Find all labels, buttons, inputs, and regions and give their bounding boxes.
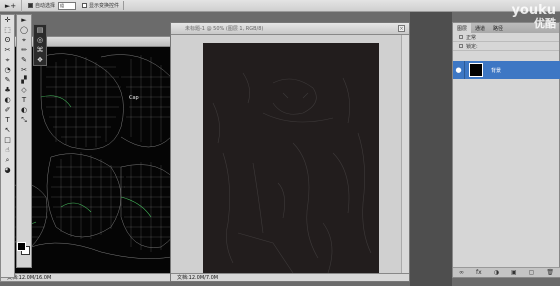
vertical-scrollbar[interactable] bbox=[401, 35, 409, 275]
adjustment-layer-icon[interactable]: ◑ bbox=[494, 269, 499, 276]
auto-select-checkbox[interactable]: 自动选择 bbox=[28, 2, 55, 9]
tools-column-3: ▤ ◎ ⌘ ❖ bbox=[33, 24, 47, 66]
blend-mode-label: 正常 bbox=[466, 34, 477, 41]
lock-label: 锁定: bbox=[466, 43, 478, 50]
layer-name: 背景 bbox=[491, 67, 502, 74]
tools-column-1: ✛ ⬚ ʘ ✂ ⌖ ◔ ✎ ♣ ◐ ✐ T ↖ □ ☝ ⌕ ◕ bbox=[0, 14, 15, 278]
ellipse-marquee-icon[interactable]: ◯ bbox=[17, 25, 31, 35]
document-window-main[interactable]: 未标题-1 @ 50% (图层 1, RGB/8) × 文档:12.0M/7.0… bbox=[170, 22, 410, 282]
panel-icon[interactable]: ▤ bbox=[34, 25, 46, 35]
target-icon[interactable]: ⌖ bbox=[17, 35, 31, 45]
layer-row-background[interactable]: ● 背景 bbox=[453, 61, 560, 79]
sharpen-icon[interactable]: ◇ bbox=[17, 85, 31, 95]
svg-text:Cap: Cap bbox=[129, 95, 139, 101]
tab-layers[interactable]: 图层 bbox=[453, 23, 472, 33]
slice-icon[interactable]: ✂ bbox=[17, 65, 31, 75]
move-tool-icon[interactable]: ✛ bbox=[1, 15, 14, 25]
dodge-icon[interactable]: ◐ bbox=[17, 105, 31, 115]
video-watermark: youku 优酷 bbox=[506, 3, 556, 31]
auto-select-label: 自动选择 bbox=[35, 3, 56, 9]
watermark-brand-cn: 优酷 bbox=[534, 17, 556, 31]
link-layers-icon[interactable]: ∞ bbox=[459, 269, 464, 276]
pencil-icon[interactable]: ✏ bbox=[17, 45, 31, 55]
eye-icon[interactable]: ● bbox=[453, 61, 465, 79]
eraser-tool-icon[interactable]: ✐ bbox=[1, 105, 14, 115]
status-bar-main: 文档:12.0M/7.0M bbox=[171, 273, 409, 281]
layers-footer: ∞ fx ◑ ▣ ▢ 🗑 bbox=[453, 267, 560, 277]
vertical-type-icon[interactable]: T bbox=[17, 95, 31, 105]
document-title-bar[interactable]: 未标题-1 @ 50% (图层 1, RGB/8) × bbox=[171, 23, 409, 35]
pen-icon[interactable]: ✎ bbox=[17, 55, 31, 65]
component-icon[interactable]: ❖ bbox=[34, 55, 46, 65]
tab-channels[interactable]: 通道 bbox=[471, 23, 489, 33]
workspace-background bbox=[410, 12, 452, 286]
show-transform-label: 显示变换控件 bbox=[89, 3, 120, 9]
path-select-icon[interactable]: ↖ bbox=[1, 125, 14, 135]
show-transform-checkbox[interactable]: 显示变换控件 bbox=[82, 2, 119, 9]
radial-icon[interactable]: ◎ bbox=[34, 35, 46, 45]
options-bar: ►+ 自动选择 组 显示变换控件 bbox=[0, 0, 560, 12]
close-icon[interactable]: × bbox=[398, 25, 405, 32]
select-arrow-icon[interactable]: ► bbox=[17, 15, 31, 25]
healing-tool-icon[interactable]: ◔ bbox=[1, 65, 14, 75]
type-tool-icon[interactable]: T bbox=[1, 115, 14, 125]
lock-icon bbox=[459, 44, 463, 48]
crop-tool-icon[interactable]: ✂ bbox=[1, 45, 14, 55]
tools-panel: ✛ ⬚ ʘ ✂ ⌖ ◔ ✎ ♣ ◐ ✐ T ↖ □ ☝ ⌕ ◕ ► ◯ ⌖ ✏ … bbox=[0, 14, 47, 278]
shape-tool-icon[interactable]: □ bbox=[1, 135, 14, 145]
dropdown-icon bbox=[459, 35, 463, 39]
layer-thumbnail bbox=[469, 63, 483, 77]
new-group-icon[interactable]: ▣ bbox=[511, 269, 517, 276]
brush-tool-icon[interactable]: ✎ bbox=[1, 75, 14, 85]
stamp-tool-icon[interactable]: ♣ bbox=[1, 85, 14, 95]
auto-select-dropdown[interactable]: 组 bbox=[58, 1, 77, 10]
layer-style-icon[interactable]: fx bbox=[476, 269, 482, 276]
layers-panel: 图层 通道 路径 正常 锁定: ● 背景 ∞ fx ◑ ▣ ▢ 🗑 bbox=[452, 22, 560, 278]
hand-tool-icon[interactable]: ☝ bbox=[1, 145, 14, 155]
blend-mode-row[interactable]: 正常 bbox=[453, 33, 559, 42]
move-tool-preset[interactable]: ►+ bbox=[0, 0, 22, 12]
eyedropper-tool-icon[interactable]: ⌖ bbox=[1, 55, 14, 65]
rotate-view-icon[interactable]: ⤡ bbox=[17, 115, 31, 125]
foreground-color-swatch[interactable] bbox=[17, 242, 26, 251]
checkbox-icon bbox=[82, 3, 88, 8]
new-layer-icon[interactable]: ▢ bbox=[529, 269, 535, 276]
texture-sketch-canvas bbox=[212, 72, 372, 274]
tab-paths[interactable]: 路径 bbox=[489, 23, 507, 33]
lasso-tool-icon[interactable]: ʘ bbox=[1, 35, 14, 45]
tools-column-2: ► ◯ ⌖ ✏ ✎ ✂ ▞ ◇ T ◐ ⤡ bbox=[16, 14, 32, 268]
zoom-tool-icon[interactable]: ⌕ bbox=[1, 155, 14, 165]
delete-layer-icon[interactable]: 🗑 bbox=[546, 269, 554, 276]
checkbox-icon bbox=[28, 3, 33, 8]
divider bbox=[123, 1, 125, 10]
quick-mask-icon[interactable]: ◕ bbox=[1, 165, 14, 175]
lock-row[interactable]: 锁定: bbox=[453, 42, 559, 51]
marquee-tool-icon[interactable]: ⬚ bbox=[1, 25, 14, 35]
gradient-icon[interactable]: ▞ bbox=[17, 75, 31, 85]
command-icon[interactable]: ⌘ bbox=[34, 45, 46, 55]
document-title: 未标题-1 @ 50% (图层 1, RGB/8) bbox=[185, 26, 264, 32]
history-brush-icon[interactable]: ◐ bbox=[1, 95, 14, 105]
